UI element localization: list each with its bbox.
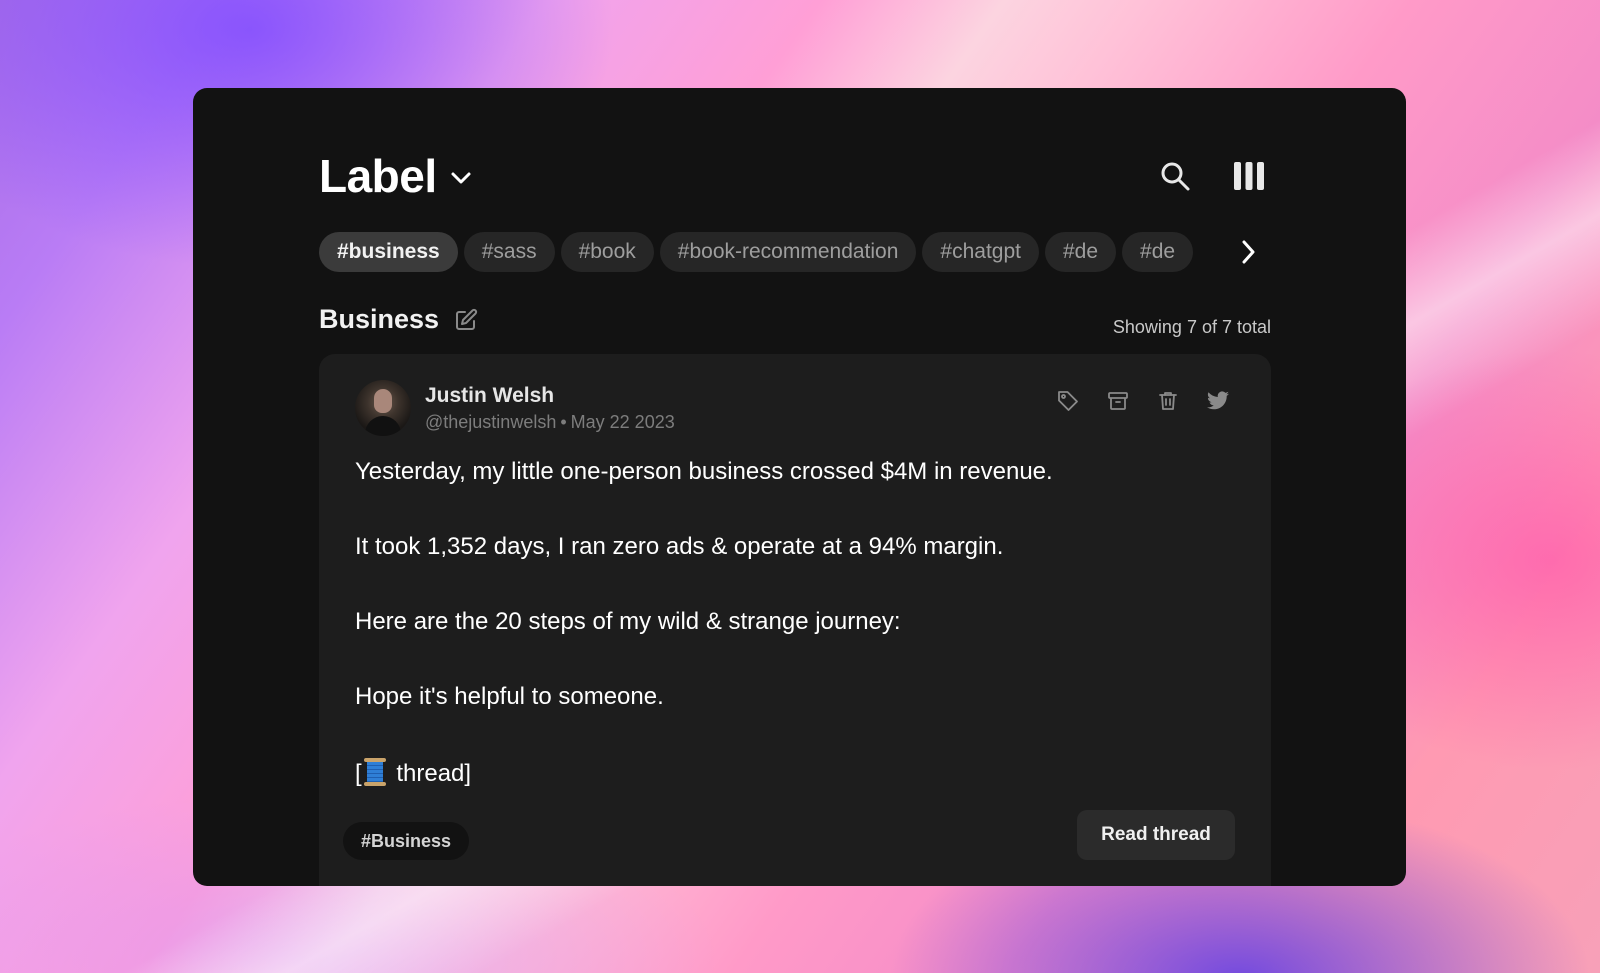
spool-icon — [363, 758, 386, 786]
author-name[interactable]: Justin Welsh — [425, 384, 675, 408]
tag-icon[interactable] — [1055, 388, 1081, 414]
tag-chip-de-2[interactable]: #de — [1122, 232, 1194, 272]
tag-chip-sass[interactable]: #sass — [463, 232, 555, 272]
columns-icon[interactable] — [1229, 156, 1269, 196]
tag-chip-business[interactable]: #business — [319, 232, 458, 272]
tag-chip-chatgpt[interactable]: #chatgpt — [922, 232, 1039, 272]
chevron-down-icon[interactable] — [447, 164, 475, 192]
card-actions — [1055, 388, 1231, 414]
thread-card: Justin Welsh @thejustinwelsh • May 22 2023 — [319, 354, 1271, 886]
author-block: Justin Welsh @thejustinwelsh • May 22 2023 — [355, 380, 675, 436]
thread-text: Yesterday, my little one-person business… — [355, 458, 1215, 788]
result-count: Showing 7 of 7 total — [1112, 317, 1271, 337]
thread-paragraph: It took 1,352 days, I ran zero ads & ope… — [355, 533, 1004, 560]
content-column: Label #business #sass #book #book-recomm… — [319, 88, 1271, 886]
page-title: Label — [319, 150, 437, 202]
section-title: Business — [319, 304, 440, 334]
post-date: May 22 2023 — [570, 411, 675, 432]
read-thread-button[interactable]: Read thread — [1077, 810, 1235, 860]
tag-chip-book[interactable]: #book — [560, 232, 654, 272]
chevron-right-icon[interactable] — [1233, 232, 1263, 272]
avatar[interactable] — [355, 380, 411, 436]
app-window: Label #business #sass #book #book-recomm… — [193, 88, 1406, 886]
tag-filter-bar: #business #sass #book #book-recommendati… — [319, 232, 1271, 272]
trash-icon[interactable] — [1155, 388, 1181, 414]
twitter-icon[interactable] — [1205, 388, 1231, 414]
author-handle[interactable]: @thejustinwelsh — [425, 412, 556, 432]
header-actions — [1155, 156, 1269, 196]
author-info: Justin Welsh @thejustinwelsh • May 22 2023 — [425, 384, 675, 433]
label-selector[interactable]: Label — [319, 149, 475, 203]
thread-bracket-open: [ — [355, 760, 362, 787]
edit-icon[interactable] — [453, 307, 479, 333]
post-tag-badge[interactable]: #Business — [343, 822, 470, 860]
search-icon[interactable] — [1155, 156, 1195, 196]
tag-list: #business #sass #book #book-recommendati… — [319, 232, 1271, 272]
page-header: Label — [319, 150, 1271, 202]
archive-icon[interactable] — [1105, 388, 1131, 414]
thread-paragraph: Yesterday, my little one-person business… — [355, 458, 1053, 485]
thread-word: thread] — [389, 760, 472, 787]
tag-chip-book-recommendation[interactable]: #book-recommendation — [659, 232, 917, 272]
author-meta: @thejustinwelsh • May 22 2023 — [425, 412, 675, 433]
thread-paragraph: Hope it's helpful to someone. — [355, 683, 664, 710]
tag-chip-de[interactable]: #de — [1045, 232, 1117, 272]
meta-separator: • — [560, 411, 567, 432]
section-header: Business Showing 7 of 7 total — [319, 304, 1271, 344]
thread-paragraph: Here are the 20 steps of my wild & stran… — [355, 608, 901, 635]
section-title-group: Business — [319, 304, 479, 335]
thread-label: [ thread] — [355, 758, 1215, 788]
